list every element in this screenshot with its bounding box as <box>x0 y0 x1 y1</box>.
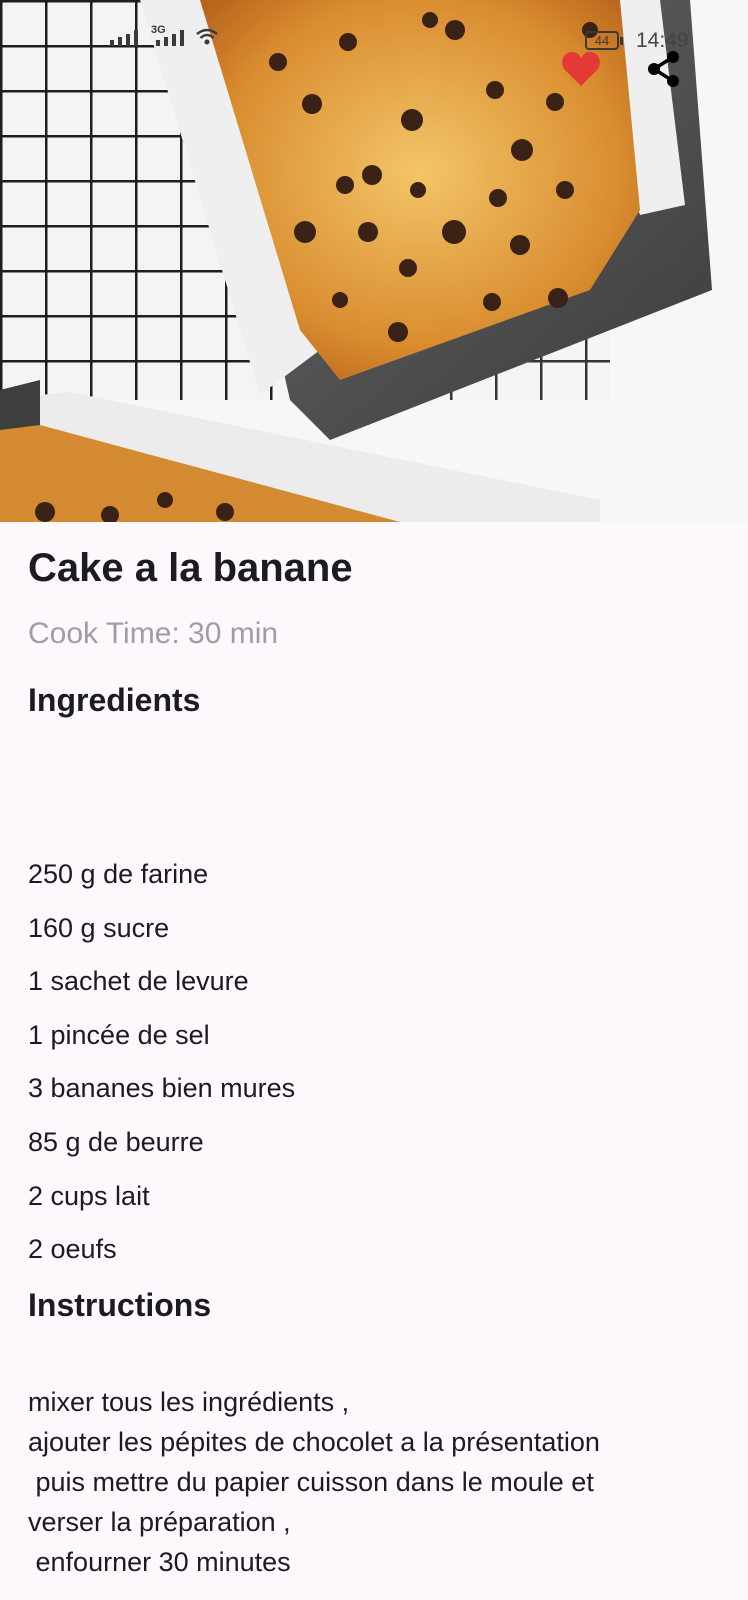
share-icon <box>648 51 679 87</box>
instructions-heading: Instructions <box>28 1287 212 1323</box>
ingredient-item: 85 g de beurre <box>28 1126 204 1157</box>
ingredient-item: 2 oeufs <box>28 1234 117 1265</box>
ingredient-item: 160 g sucre <box>28 912 170 943</box>
signal-icon <box>110 30 184 46</box>
ingredient-item: 250 g de farine <box>28 859 209 889</box>
recipe-title: Cake a la banane <box>28 546 353 590</box>
ingredient-item: 1 pincée de sel <box>28 1019 210 1050</box>
share-button[interactable] <box>645 50 683 88</box>
wifi-icon <box>196 28 218 52</box>
ingredients-list: 250 g de farine 160 g sucre 1 sachet de … <box>28 855 295 1284</box>
cook-time: Cook Time: 30 min <box>28 617 279 650</box>
ingredient-item: 1 sachet de levure <box>28 966 249 997</box>
heart-icon <box>562 52 600 86</box>
network-type: 3G <box>151 24 166 36</box>
ingredient-item: 2 cups lait <box>28 1180 150 1211</box>
recipe-hero-image <box>0 0 748 522</box>
favorite-button[interactable] <box>561 50 601 88</box>
battery-icon: 44 <box>585 31 623 50</box>
ingredients-heading: Ingredients <box>28 682 201 718</box>
status-bar: 3G 44 14:49 <box>0 24 748 60</box>
ingredient-item: 3 bananes bien mures <box>28 1073 296 1104</box>
instructions-text: mixer tous les ingrédients , ajouter les… <box>28 1387 600 1577</box>
